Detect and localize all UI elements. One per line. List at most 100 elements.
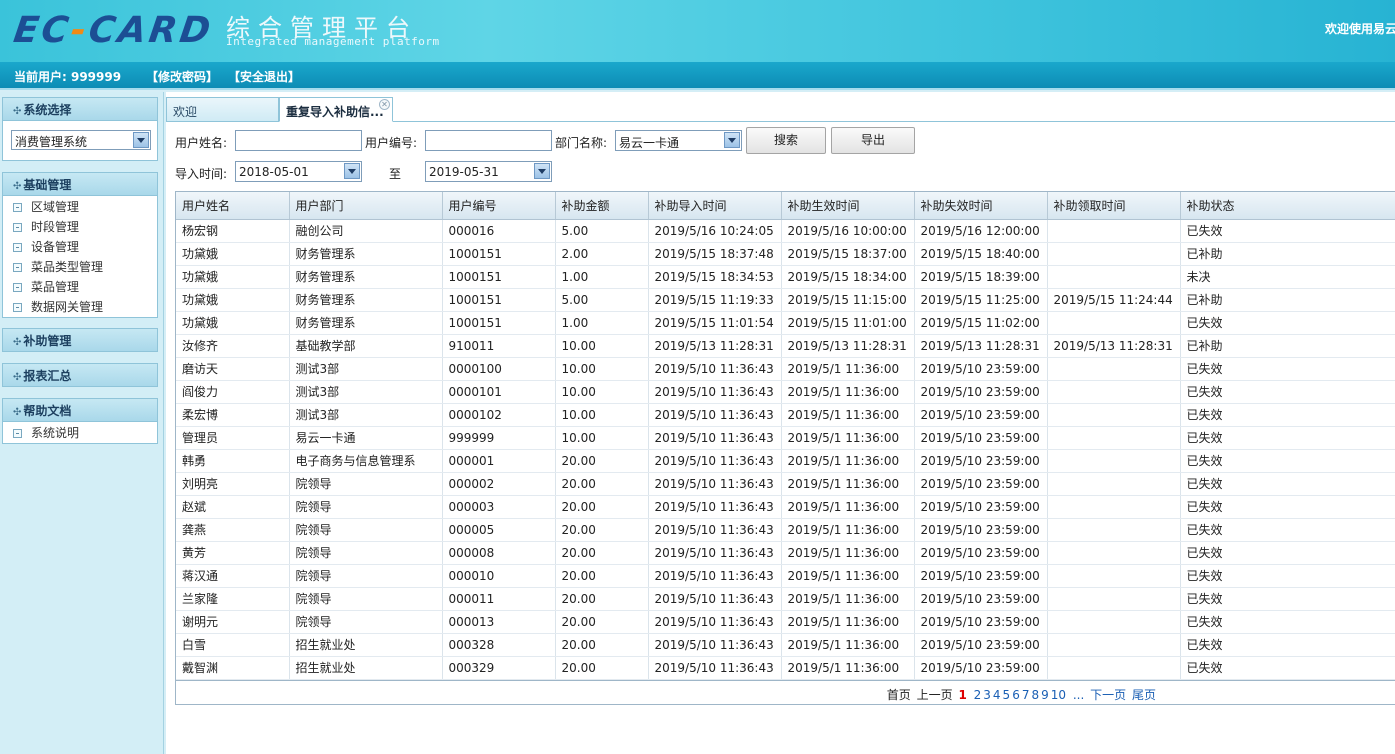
table-row[interactable]: 龚燕 院领导 000005 20.00 2019/5/10 11:36:43 2019/5… [176,518,1395,542]
table-row[interactable]: 戴智渊 招生就业处 000329 20.00 2019/5/10 11:36:43 201… [176,656,1395,680]
chevron-down-icon[interactable] [534,163,550,179]
start-date-picker[interactable]: 2018-05-01 [235,161,362,182]
table-row[interactable]: 杨宏钢 融创公司 000016 5.00 2019/5/16 10:24:05 2019/… [176,219,1395,243]
table-cell: 院领导 [289,541,443,565]
table-cell: 2019/5/16 12:00:00 [914,219,1048,243]
table-cell: 已失效 [1180,495,1395,519]
table-cell: 1.00 [555,265,649,289]
table-row[interactable]: 功黛娥 财务管理系 1000151 1.00 2019/5/15 11:01:54 201… [176,311,1395,335]
table-cell: 000328 [442,633,556,657]
last-page-link[interactable]: 尾页 [1132,688,1156,702]
menu-node-icon [13,203,22,212]
panel-subsidy-header[interactable]: ✣ 补助管理 [2,328,158,352]
system-select-dropdown[interactable]: 消费管理系统 [11,130,151,150]
dept-select-value: 易云一卡通 [619,136,680,150]
page-number-link[interactable]: 5 [1003,688,1011,702]
nav-item-area[interactable]: 区域管理 [3,197,157,217]
table-row[interactable]: 管理员 易云一卡通 999999 10.00 2019/5/10 11:36:43 201… [176,426,1395,450]
page-number-link[interactable]: 2 [974,688,982,702]
page-number-link[interactable]: 7 [1022,688,1030,702]
table-cell [1047,610,1181,634]
to-label: 至 [389,167,402,181]
nav-item-timeslot[interactable]: 时段管理 [3,217,157,237]
table-row[interactable]: 蒋汉通 院领导 000010 20.00 2019/5/10 11:36:43 2019/… [176,564,1395,588]
table-row[interactable]: 兰家隆 院领导 000011 20.00 2019/5/10 11:36:43 2019/… [176,587,1395,611]
logout-link[interactable]: 【安全退出】 [228,68,300,85]
main-content: 欢迎 重复导入补助信... ✕ 用户姓名: 用户编号: 部门名称: 易云一卡通 … [166,92,1395,754]
chevron-down-icon[interactable] [344,163,360,179]
page-number-link[interactable]: 9 [1041,688,1049,702]
chevron-down-icon[interactable] [133,132,149,148]
table-cell: 2019/5/15 18:39:00 [914,265,1048,289]
table-cell: 财务管理系 [289,311,443,335]
table-cell: 汝修齐 [176,334,290,358]
tab-subsidy-import[interactable]: 重复导入补助信... ✕ [279,97,393,122]
table-cell: 2019/5/13 11:28:31 [781,334,915,358]
table-cell: 10.00 [555,357,649,381]
page-number-link[interactable]: 8 [1031,688,1039,702]
nav-item-device[interactable]: 设备管理 [3,237,157,257]
table-row[interactable]: 谢明元 院领导 000013 20.00 2019/5/10 11:36:43 2019/… [176,610,1395,634]
panel-basic-header[interactable]: ✣ 基础管理 [2,172,158,196]
table-row[interactable]: 汝修齐 基础教学部 910011 10.00 2019/5/13 11:28:31 201… [176,334,1395,358]
panel-help-header[interactable]: ✣ 帮助文档 [2,398,158,422]
table-row[interactable]: 韩勇 电子商务与信息管理系 000001 20.00 2019/5/10 11:36:4… [176,449,1395,473]
page-number-link[interactable]: 3 [983,688,991,702]
user-no-input[interactable] [425,130,552,151]
pager-ellipsis[interactable]: ... [1073,688,1084,702]
table-cell [1047,357,1181,381]
nav-item-system-guide[interactable]: 系统说明 [3,423,157,443]
table-row[interactable]: 功黛娥 财务管理系 1000151 5.00 2019/5/15 11:19:33 201… [176,288,1395,312]
chevron-down-icon[interactable] [724,132,740,148]
end-date-picker[interactable]: 2019-05-31 [425,161,552,182]
table-cell: 20.00 [555,610,649,634]
table-row[interactable]: 阎俊力 测试3部 0000101 10.00 2019/5/10 11:36:43 201… [176,380,1395,404]
next-page-link[interactable]: 下一页 [1090,688,1126,702]
page-number-link[interactable]: 6 [1012,688,1020,702]
table-row[interactable]: 磨访天 测试3部 0000100 10.00 2019/5/10 11:36:43 201… [176,357,1395,381]
page-number-link[interactable]: 10 [1051,688,1066,702]
table-cell: 融创公司 [289,219,443,243]
brand-title-en: Integrated management platform [226,35,440,48]
table-cell: 20.00 [555,541,649,565]
table-cell: 2019/5/10 23:59:00 [914,656,1048,680]
table-row[interactable]: 赵斌 院领导 000003 20.00 2019/5/10 11:36:43 2019/5… [176,495,1395,519]
page-number-link[interactable]: 4 [993,688,1001,702]
table-row[interactable]: 刘明亮 院领导 000002 20.00 2019/5/10 11:36:43 2019/… [176,472,1395,496]
table-cell: 白雪 [176,633,290,657]
first-page-link[interactable]: 首页 [887,688,911,702]
export-button[interactable]: 导出 [831,127,915,154]
table-cell: 2019/5/1 11:36:00 [781,495,915,519]
table-cell: 2019/5/1 11:36:00 [781,357,915,381]
nav-item-dish-type[interactable]: 菜品类型管理 [3,257,157,277]
search-button[interactable]: 搜索 [746,127,826,154]
table-cell: 2019/5/10 23:59:00 [914,610,1048,634]
logo-ec: EC [11,10,74,51]
table-cell: 易云一卡通 [289,426,443,450]
table-cell: 2019/5/15 18:34:00 [781,265,915,289]
tab-welcome[interactable]: 欢迎 [166,97,279,122]
table-row[interactable]: 功黛娥 财务管理系 1000151 2.00 2019/5/15 18:37:48 201… [176,242,1395,266]
dept-select[interactable]: 易云一卡通 [615,130,742,151]
close-icon[interactable]: ✕ [379,99,390,110]
table-cell: 000011 [442,587,556,611]
user-name-input[interactable] [235,130,362,151]
table-cell: 已失效 [1180,633,1395,657]
table-cell: 电子商务与信息管理系 [289,449,443,473]
table-row[interactable]: 黄芳 院领导 000008 20.00 2019/5/10 11:36:43 2019/5… [176,541,1395,565]
nav-item-gateway[interactable]: 数据网关管理 [3,297,157,317]
panel-report-header[interactable]: ✣ 报表汇总 [2,363,158,387]
table-cell: 谢明元 [176,610,290,634]
nav-item-dish[interactable]: 菜品管理 [3,277,157,297]
prev-page-link[interactable]: 上一页 [917,688,953,702]
system-select-value: 消费管理系统 [15,135,88,149]
table-row[interactable]: 白雪 招生就业处 000328 20.00 2019/5/10 11:36:43 2019… [176,633,1395,657]
table-row[interactable]: 柔宏博 测试3部 0000102 10.00 2019/5/10 11:36:43 201… [176,403,1395,427]
table-row[interactable]: 功黛娥 财务管理系 1000151 1.00 2019/5/15 18:34:53 201… [176,265,1395,289]
panel-system-select-header[interactable]: ✣ 系统选择 [2,97,158,121]
table-cell: 2019/5/10 23:59:00 [914,541,1048,565]
change-password-link[interactable]: 【修改密码】 [146,68,218,85]
table-cell: 2019/5/15 11:24:44 [1047,288,1181,312]
table-cell: 蒋汉通 [176,564,290,588]
table-cell: 20.00 [555,518,649,542]
